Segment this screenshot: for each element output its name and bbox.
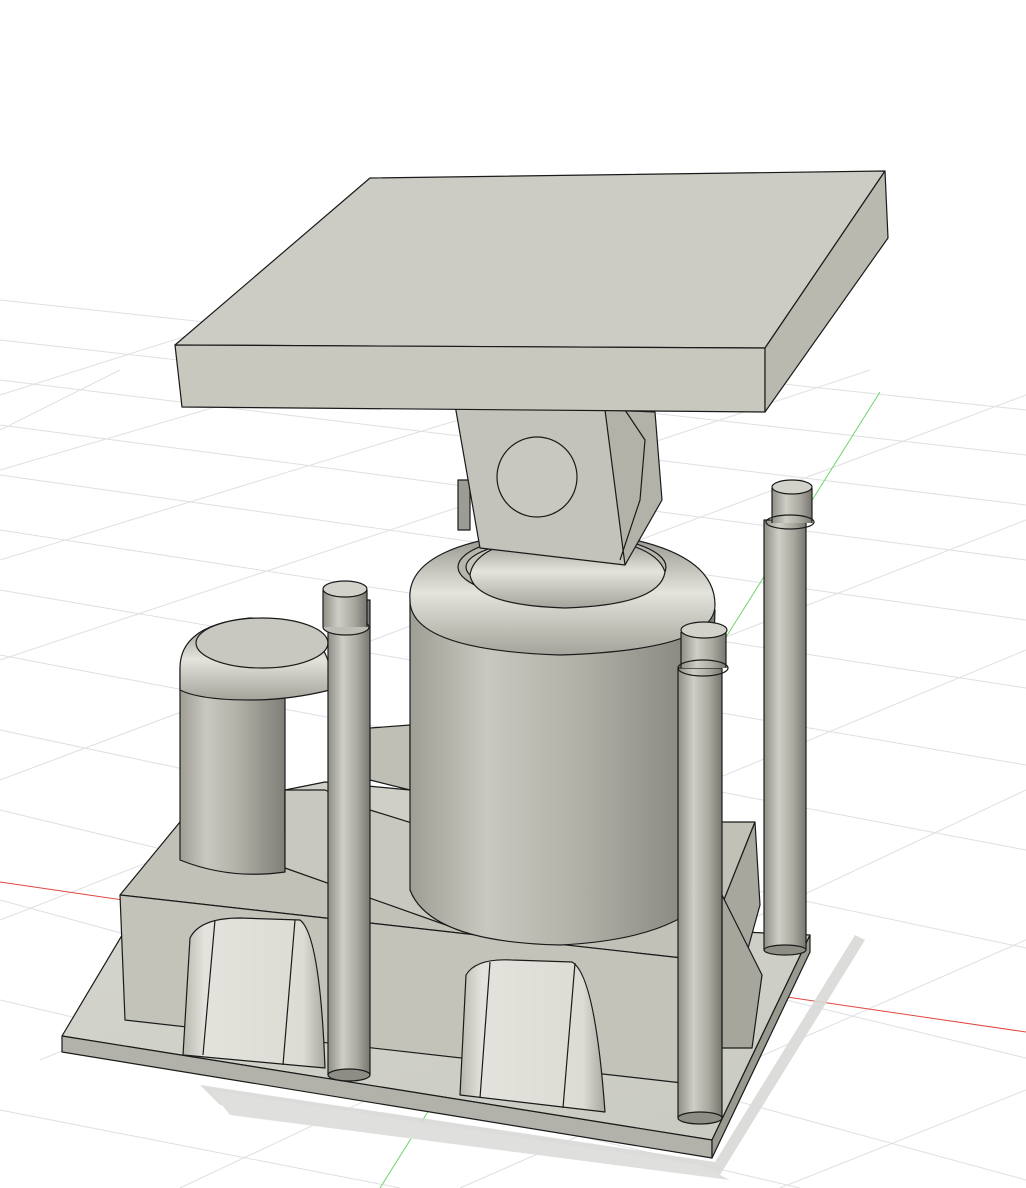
3d-viewport[interactable] — [0, 0, 1026, 1188]
assembly-model[interactable] — [61, 170, 889, 1159]
pillar-back-right[interactable] — [763, 479, 815, 956]
joint-pin-circle — [496, 436, 578, 518]
arch-left — [182, 917, 326, 1069]
pillar-front-left[interactable] — [322, 580, 371, 1082]
arch-right — [459, 959, 606, 1113]
pillar-front-right[interactable] — [677, 621, 729, 1125]
joint-housing[interactable] — [454, 404, 663, 566]
top-platform[interactable] — [174, 170, 889, 413]
